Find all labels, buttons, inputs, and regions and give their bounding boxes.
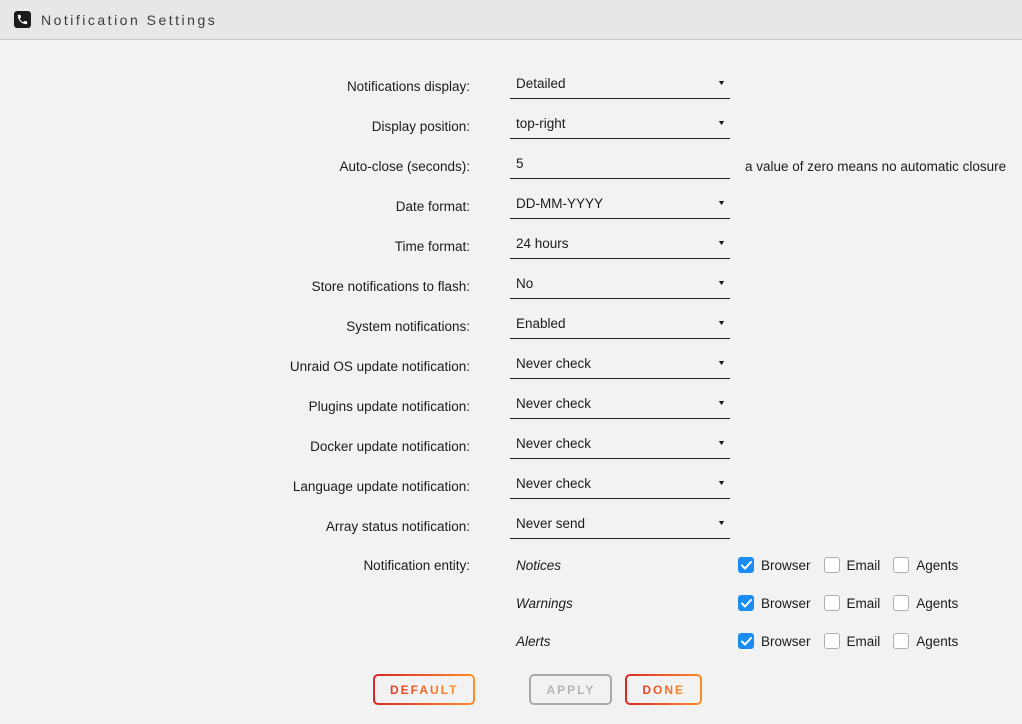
form-row: Docker update notification: Never check … xyxy=(0,426,1022,466)
field-label: Store notifications to flash: xyxy=(0,279,510,294)
checkbox-notices-email[interactable] xyxy=(824,557,840,573)
date-format-select[interactable]: DD-MM-YYYY ▼ xyxy=(510,193,730,219)
checkbox-warnings-browser[interactable] xyxy=(738,595,754,611)
field-note: a value of zero means no automatic closu… xyxy=(745,159,1006,174)
checkbox-warnings-email[interactable] xyxy=(824,595,840,611)
chevron-down-icon: ▼ xyxy=(717,480,726,487)
apply-button[interactable]: APPLY xyxy=(529,674,612,705)
form-row: Language update notification: Never chec… xyxy=(0,466,1022,506)
check-icon xyxy=(741,561,752,570)
checkbox-label: Email xyxy=(847,596,881,611)
system-notifications-select[interactable]: Enabled ▼ xyxy=(510,313,730,339)
checkbox-alerts-email[interactable] xyxy=(824,633,840,649)
checkbox-label: Browser xyxy=(761,634,811,649)
entity-name: Warnings xyxy=(510,596,738,611)
select-value: Detailed xyxy=(516,76,566,91)
select-value: Never send xyxy=(516,516,585,531)
select-value: top-right xyxy=(516,116,566,131)
field-label: Plugins update notification: xyxy=(0,399,510,414)
entity-row-warnings: Warnings Browser Email Agents xyxy=(0,584,1022,622)
select-value: Never check xyxy=(516,436,591,451)
page-title: Notification Settings xyxy=(41,12,217,28)
chevron-down-icon: ▼ xyxy=(717,320,726,327)
check-icon xyxy=(741,637,752,646)
form-row: Time format: 24 hours ▼ xyxy=(0,226,1022,266)
checkbox-label: Email xyxy=(847,558,881,573)
entity-row-alerts: Alerts Browser Email Agents xyxy=(0,622,1022,660)
form-row: Notifications display: Detailed ▼ xyxy=(0,66,1022,106)
display-position-select[interactable]: top-right ▼ xyxy=(510,113,730,139)
checkbox-label: Browser xyxy=(761,596,811,611)
store-notifications-select[interactable]: No ▼ xyxy=(510,273,730,299)
checkbox-alerts-agents[interactable] xyxy=(893,633,909,649)
default-button[interactable]: DEFAULT xyxy=(373,674,475,705)
chevron-down-icon: ▼ xyxy=(717,520,726,527)
form-row: Store notifications to flash: No ▼ xyxy=(0,266,1022,306)
language-update-select[interactable]: Never check ▼ xyxy=(510,473,730,499)
checkbox-label: Agents xyxy=(916,558,958,573)
entity-name: Alerts xyxy=(510,634,738,649)
time-format-select[interactable]: 24 hours ▼ xyxy=(510,233,730,259)
select-value: 24 hours xyxy=(516,236,569,251)
form-row: System notifications: Enabled ▼ xyxy=(0,306,1022,346)
checkbox-warnings-agents[interactable] xyxy=(893,595,909,611)
done-button[interactable]: DONE xyxy=(625,674,702,705)
plugins-update-select[interactable]: Never check ▼ xyxy=(510,393,730,419)
chevron-down-icon: ▼ xyxy=(717,360,726,367)
notifications-display-select[interactable]: Detailed ▼ xyxy=(510,73,730,99)
entity-name: Notices xyxy=(510,558,738,573)
form-row: Plugins update notification: Never check… xyxy=(0,386,1022,426)
form-row: Unraid OS update notification: Never che… xyxy=(0,346,1022,386)
chevron-down-icon: ▼ xyxy=(717,440,726,447)
chevron-down-icon: ▼ xyxy=(717,400,726,407)
checkbox-notices-agents[interactable] xyxy=(893,557,909,573)
checkbox-label: Email xyxy=(847,634,881,649)
field-label: Auto-close (seconds): xyxy=(0,159,510,174)
notification-settings-form: Notifications display: Detailed ▼ Displa… xyxy=(0,40,1022,705)
docker-update-select[interactable]: Never check ▼ xyxy=(510,433,730,459)
form-row: Auto-close (seconds): a value of zero me… xyxy=(0,146,1022,186)
auto-close-input[interactable] xyxy=(510,153,730,179)
checkbox-label: Browser xyxy=(761,558,811,573)
field-label: Display position: xyxy=(0,119,510,134)
checkbox-label: Agents xyxy=(916,634,958,649)
select-value: Enabled xyxy=(516,316,566,331)
field-label: Array status notification: xyxy=(0,519,510,534)
chevron-down-icon: ▼ xyxy=(717,120,726,127)
checkbox-alerts-browser[interactable] xyxy=(738,633,754,649)
field-label: System notifications: xyxy=(0,319,510,334)
phone-square-icon xyxy=(14,11,31,28)
chevron-down-icon: ▼ xyxy=(717,240,726,247)
unraid-os-update-select[interactable]: Never check ▼ xyxy=(510,353,730,379)
form-row: Date format: DD-MM-YYYY ▼ xyxy=(0,186,1022,226)
field-label: Date format: xyxy=(0,199,510,214)
chevron-down-icon: ▼ xyxy=(717,280,726,287)
chevron-down-icon: ▼ xyxy=(717,200,726,207)
field-label: Notification entity: xyxy=(0,558,510,573)
form-row: Display position: top-right ▼ xyxy=(0,106,1022,146)
checkbox-notices-browser[interactable] xyxy=(738,557,754,573)
form-row: Array status notification: Never send ▼ xyxy=(0,506,1022,546)
chevron-down-icon: ▼ xyxy=(717,80,726,87)
field-label: Notifications display: xyxy=(0,79,510,94)
page-header: Notification Settings xyxy=(0,0,1022,40)
field-label: Time format: xyxy=(0,239,510,254)
select-value: DD-MM-YYYY xyxy=(516,196,603,211)
array-status-select[interactable]: Never send ▼ xyxy=(510,513,730,539)
entity-row-notices: Notification entity: Notices Browser Ema… xyxy=(0,546,1022,584)
field-label: Unraid OS update notification: xyxy=(0,359,510,374)
field-label: Language update notification: xyxy=(0,479,510,494)
select-value: Never check xyxy=(516,396,591,411)
button-bar: DEFAULT APPLY DONE xyxy=(0,674,1022,705)
check-icon xyxy=(741,599,752,608)
select-value: No xyxy=(516,276,533,291)
checkbox-label: Agents xyxy=(916,596,958,611)
select-value: Never check xyxy=(516,356,591,371)
field-label: Docker update notification: xyxy=(0,439,510,454)
select-value: Never check xyxy=(516,476,591,491)
